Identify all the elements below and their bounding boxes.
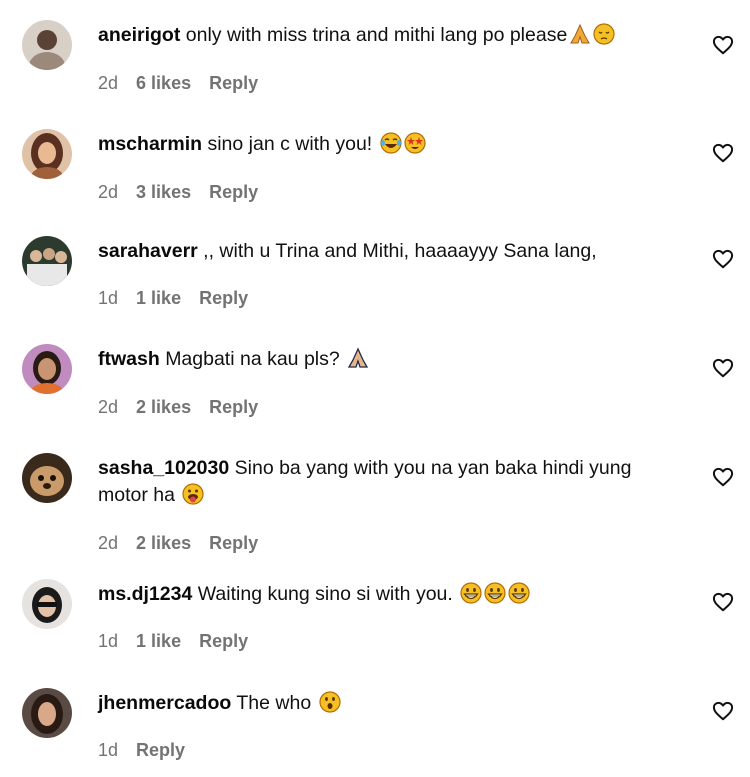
comment-meta: 2d 2 likes Reply — [98, 397, 271, 418]
heart-icon[interactable] — [712, 701, 734, 721]
grinning-face-emoji — [484, 582, 506, 612]
comment-username[interactable]: sarahaverr — [98, 240, 198, 262]
comment-time: 2d — [98, 182, 119, 202]
comment-text: jhenmercadoo The who — [98, 690, 688, 721]
tongue-face-emoji — [182, 483, 204, 513]
grinning-face-emoji — [508, 582, 530, 612]
comment-meta: 2d 6 likes Reply — [98, 73, 271, 94]
comment-time: 2d — [98, 73, 119, 93]
comment-username[interactable]: mscharmin — [98, 133, 202, 155]
reply-button[interactable]: Reply — [136, 740, 185, 760]
comment-text: sasha_102030 Sino ba yang with you na ya… — [98, 455, 688, 482]
comment-body: Sino ba yang with you na yan baka hindi … — [234, 457, 632, 479]
comment-meta: 1d 1 like Reply — [98, 288, 261, 309]
reply-button[interactable]: Reply — [199, 631, 248, 651]
comment-text: mscharmin sino jan c with you! — [98, 131, 688, 162]
comment-username[interactable]: jhenmercadoo — [98, 692, 231, 714]
comment-meta: 2d 2 likes Reply — [98, 533, 271, 554]
comment-time: 2d — [98, 533, 119, 553]
comment-meta: 2d 3 likes Reply — [98, 182, 271, 203]
reply-button[interactable]: Reply — [209, 397, 258, 417]
reply-button[interactable]: Reply — [209, 73, 258, 93]
comment-text: aneirigot only with miss trina and mithi… — [98, 22, 688, 53]
likes-count[interactable]: 1 like — [136, 631, 181, 651]
comment-text: ms.dj1234 Waiting kung sino si with you. — [98, 581, 688, 612]
comment-body: only with miss trina and mithi lang po p… — [185, 24, 568, 46]
comment-text: ftwash Magbati na kau pls? — [98, 346, 688, 377]
heart-icon[interactable] — [712, 143, 734, 163]
comment-username[interactable]: sasha_102030 — [98, 457, 229, 479]
likes-count[interactable]: 6 likes — [136, 73, 191, 93]
likes-count[interactable]: 2 likes — [136, 397, 191, 417]
grinning-face-emoji — [460, 582, 482, 612]
avatar[interactable] — [22, 20, 72, 70]
avatar[interactable] — [22, 129, 72, 179]
avatar[interactable] — [22, 579, 72, 629]
comment-time: 1d — [98, 740, 119, 760]
comment-text: sarahaverr ,, with u Trina and Mithi, ha… — [98, 238, 688, 265]
reply-button[interactable]: Reply — [209, 182, 258, 202]
heart-icon[interactable] — [712, 35, 734, 55]
avatar[interactable] — [22, 344, 72, 394]
tears-of-joy-emoji — [380, 132, 402, 162]
likes-count[interactable]: 1 like — [136, 288, 181, 308]
comment-username[interactable]: ftwash — [98, 348, 160, 370]
comment-time: 2d — [98, 397, 119, 417]
comment-username[interactable]: aneirigot — [98, 24, 180, 46]
heart-icon[interactable] — [712, 592, 734, 612]
heart-icon[interactable] — [712, 249, 734, 269]
comment-time: 1d — [98, 288, 119, 308]
comment-body: ,, with u Trina and Mithi, haaaayyy Sana… — [203, 240, 597, 262]
likes-count[interactable]: 2 likes — [136, 533, 191, 553]
comment-body: The who — [236, 692, 312, 714]
pensive-face-emoji — [593, 23, 615, 53]
reply-button[interactable]: Reply — [209, 533, 258, 553]
avatar[interactable] — [22, 236, 72, 286]
comment-username[interactable]: ms.dj1234 — [98, 583, 192, 605]
comment-body: Magbati na kau pls? — [165, 348, 340, 370]
avatar[interactable] — [22, 453, 72, 503]
comment-meta: 1d Reply — [98, 740, 198, 761]
comment-text-continued: motor ha — [98, 482, 688, 513]
heart-icon[interactable] — [712, 358, 734, 378]
likes-count[interactable]: 3 likes — [136, 182, 191, 202]
folded-hands-emoji — [569, 23, 591, 53]
folded-hands-emoji — [347, 347, 369, 377]
avatar[interactable] — [22, 688, 72, 738]
star-struck-emoji — [404, 132, 426, 162]
hushed-face-emoji — [318, 691, 341, 721]
reply-button[interactable]: Reply — [199, 288, 248, 308]
comment-body: Waiting kung sino si with you. — [197, 583, 453, 605]
comment-body: sino jan c with you! — [207, 133, 373, 155]
comment-meta: 1d 1 like Reply — [98, 631, 261, 652]
comment-time: 1d — [98, 631, 119, 651]
heart-icon[interactable] — [712, 467, 734, 487]
comment-body-line2: motor ha — [98, 484, 175, 506]
